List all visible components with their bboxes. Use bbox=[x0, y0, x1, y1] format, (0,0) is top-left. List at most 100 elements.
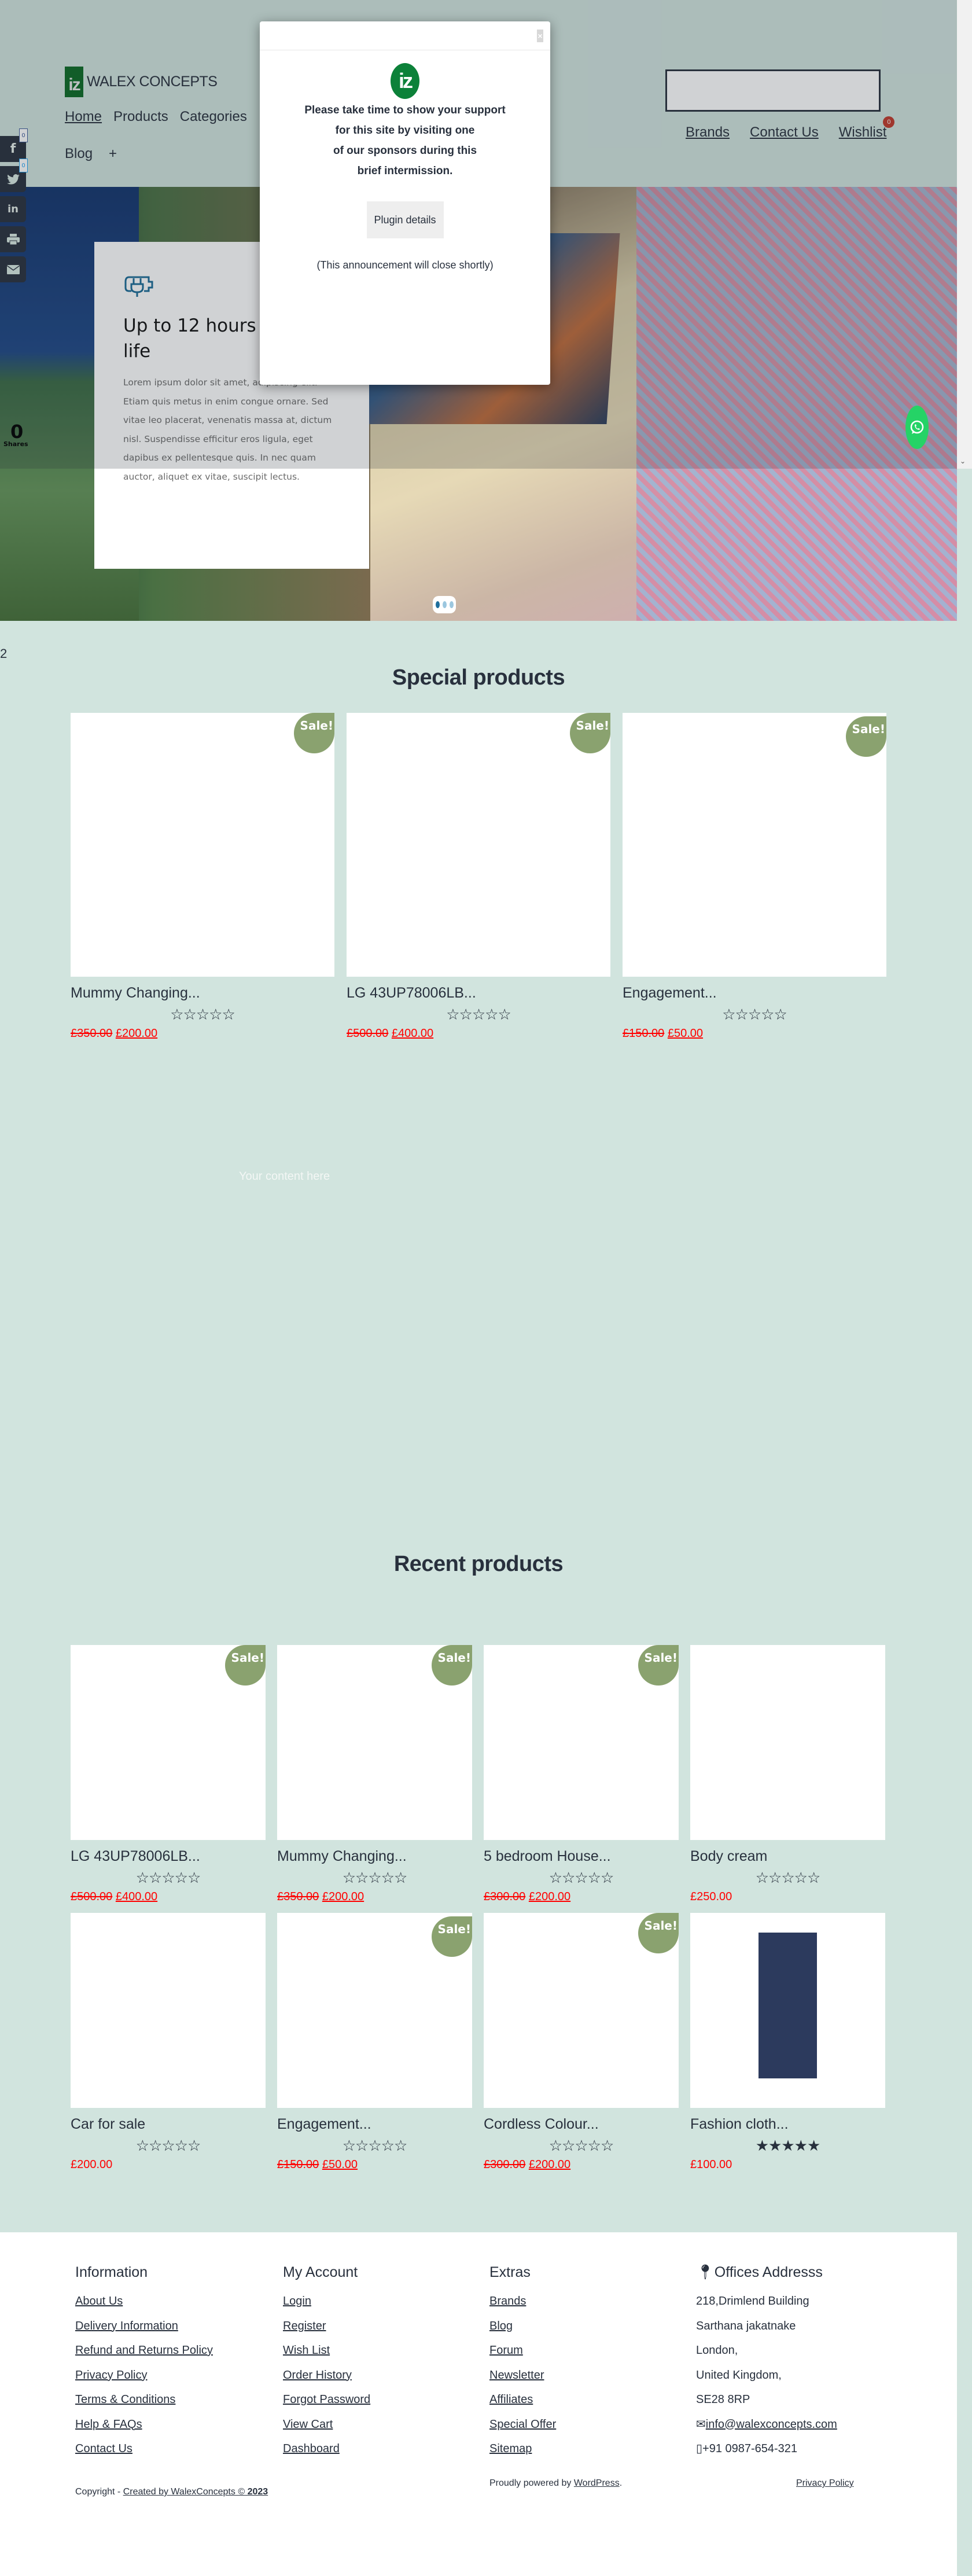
footer-col-title: My Account bbox=[283, 2264, 358, 2280]
product-card[interactable]: Sale! Engagement... ☆☆☆☆☆ £150.00 £50.00 bbox=[277, 1913, 472, 2172]
footer-link[interactable]: Login bbox=[283, 2289, 370, 2314]
product-card[interactable]: Fashion cloth... ★★★★★ £100.00 bbox=[690, 1913, 885, 2172]
product-image[interactable]: Sale! bbox=[484, 1645, 679, 1840]
product-name[interactable]: Car for sale bbox=[71, 2116, 266, 2133]
product-card[interactable]: Sale! LG 43UP78006LB... ☆☆☆☆☆ £500.00 £400.… bbox=[347, 713, 610, 1040]
copyright-link[interactable]: Created by WalexConcepts © 2023 bbox=[123, 2487, 268, 2497]
product-name[interactable]: Engagement... bbox=[277, 2116, 472, 2133]
price: £100.00 bbox=[690, 2158, 732, 2171]
product-image[interactable]: Sale! bbox=[277, 1913, 472, 2108]
footer-links: About Us Delivery Information Refund and R… bbox=[75, 2289, 213, 2461]
footer-link[interactable]: Contact Us bbox=[75, 2437, 213, 2461]
product-image[interactable]: Sale! bbox=[71, 713, 334, 977]
footer-link[interactable]: Register bbox=[283, 2314, 370, 2339]
product-name[interactable]: Engagement... bbox=[623, 985, 886, 1002]
footer-link[interactable]: Order History bbox=[283, 2363, 370, 2388]
product-name[interactable]: Cordless Colour... bbox=[484, 2116, 679, 2133]
footer-link[interactable]: Help & FAQs bbox=[75, 2412, 213, 2437]
product-image[interactable] bbox=[690, 1913, 885, 2108]
whatsapp-icon bbox=[910, 420, 924, 434]
product-image[interactable] bbox=[690, 1645, 885, 1840]
address-line: United Kingdom, bbox=[696, 2368, 782, 2382]
powered-suffix: . bbox=[619, 2478, 623, 2488]
modal-note: (This announcement will close shortly) bbox=[316, 259, 494, 271]
star-rating: ☆☆☆☆☆ bbox=[548, 2137, 614, 2155]
footer-link[interactable]: Delivery Information bbox=[75, 2314, 213, 2339]
product-name[interactable]: Mummy Changing... bbox=[71, 985, 334, 1002]
special-products-grid: Sale! Mummy Changing... ☆☆☆☆☆ £350.00 £200.… bbox=[71, 713, 886, 1040]
product-card[interactable]: Sale! Mummy Changing... ☆☆☆☆☆ £350.00 £200.… bbox=[277, 1645, 472, 1904]
footer-link[interactable]: Privacy Policy bbox=[75, 2363, 213, 2388]
product-card[interactable]: Sale! Engagement... ☆☆☆☆☆ £150.00 £50.00 bbox=[623, 713, 886, 1040]
footer-link[interactable]: Special Offer bbox=[489, 2412, 556, 2437]
footer-link[interactable]: Forum bbox=[489, 2338, 556, 2363]
address-line: 218,Drimlend Building bbox=[696, 2295, 809, 2308]
footer-link[interactable]: View Cart bbox=[283, 2412, 370, 2437]
product-image[interactable]: Sale! bbox=[347, 713, 610, 977]
product-card[interactable]: Sale! Mummy Changing... ☆☆☆☆☆ £350.00 £200.… bbox=[71, 713, 334, 1040]
footer-link[interactable]: Refund and Returns Policy bbox=[75, 2338, 213, 2363]
sale-price: £50.00 bbox=[322, 2158, 358, 2171]
special-products-title: Special products bbox=[392, 665, 565, 690]
product-name[interactable]: LG 43UP78006LB... bbox=[71, 1848, 266, 1865]
copyright-year: 2023 bbox=[247, 2487, 268, 2497]
page-scrollbar[interactable] bbox=[957, 0, 972, 469]
mobile-phone-icon: ▯ bbox=[696, 2442, 703, 2455]
footer-link[interactable]: Terms & Conditions bbox=[75, 2387, 213, 2412]
wordpress-link[interactable]: WordPress bbox=[574, 2478, 620, 2488]
footer-link[interactable]: About Us bbox=[75, 2289, 213, 2314]
product-card[interactable]: Car for sale ☆☆☆☆☆ £200.00 bbox=[71, 1913, 266, 2172]
product-image[interactable]: Sale! bbox=[71, 1645, 266, 1840]
page-counter: 2 bbox=[0, 646, 8, 661]
email-link[interactable]: info@walexconcepts.com bbox=[706, 2418, 837, 2431]
modal-message: Please take time to show your support fo… bbox=[260, 100, 550, 181]
address-phone-row: ▯+91 0987-654-321 bbox=[696, 2437, 837, 2461]
product-price: £350.00 £200.00 bbox=[277, 1890, 472, 1904]
modal-close-button[interactable]: × bbox=[537, 30, 543, 42]
star-rating: ☆☆☆☆☆ bbox=[135, 1870, 201, 1887]
sale-price: £200.00 bbox=[322, 1890, 365, 1903]
product-price: £100.00 bbox=[690, 2158, 885, 2172]
address-line: London, bbox=[696, 2344, 738, 2357]
product-name[interactable]: Fashion cloth... bbox=[690, 2116, 885, 2133]
product-card[interactable]: Body cream ☆☆☆☆☆ £250.00 bbox=[690, 1645, 885, 1904]
product-name[interactable]: Body cream bbox=[690, 1848, 885, 1865]
product-image[interactable]: Sale! bbox=[484, 1913, 679, 2108]
product-name[interactable]: LG 43UP78006LB... bbox=[347, 985, 610, 1002]
footer-link[interactable]: Sitemap bbox=[489, 2437, 556, 2461]
address-title-text: Offices Addresss bbox=[714, 2264, 823, 2280]
recent-products-title: Recent products bbox=[393, 1552, 564, 1576]
product-card[interactable]: Sale! Cordless Colour... ☆☆☆☆☆ £300.00 £200… bbox=[484, 1913, 679, 2172]
plugin-details-button[interactable]: Plugin details bbox=[366, 201, 444, 238]
scroll-down-arrow-icon[interactable]: ⌄ bbox=[960, 457, 966, 465]
footer-link[interactable]: Wish List bbox=[283, 2338, 370, 2363]
star-rating: ★★★★★ bbox=[755, 2137, 821, 2155]
footer-link[interactable]: Affiliates bbox=[489, 2387, 556, 2412]
product-card[interactable]: Sale! LG 43UP78006LB... ☆☆☆☆☆ £500.00 £400.… bbox=[71, 1645, 266, 1904]
footer-link[interactable]: Newsletter bbox=[489, 2363, 556, 2388]
footer-link[interactable]: Blog bbox=[489, 2314, 556, 2339]
slider-dot[interactable] bbox=[449, 601, 454, 608]
footer-copyright: Copyright - Created by WalexConcepts © 2… bbox=[75, 2487, 268, 2497]
product-price: £500.00 £400.00 bbox=[71, 1890, 266, 1904]
slider-dot[interactable] bbox=[435, 601, 440, 608]
footer-link[interactable]: Forgot Password bbox=[283, 2387, 370, 2412]
footer-col-my-account: My Account Login Register Wish List Order H… bbox=[283, 2264, 370, 2461]
modal-logo: iz bbox=[391, 63, 419, 99]
footer-link[interactable]: Dashboard bbox=[283, 2437, 370, 2461]
product-name[interactable]: 5 bedroom House... bbox=[484, 1848, 679, 1865]
product-name[interactable]: Mummy Changing... bbox=[277, 1848, 472, 1865]
sale-badge: Sale! bbox=[225, 1645, 266, 1686]
old-price: £150.00 bbox=[623, 1027, 665, 1040]
product-image[interactable]: Sale! bbox=[623, 713, 886, 977]
product-image[interactable] bbox=[71, 1913, 266, 2108]
slider-dot[interactable] bbox=[442, 601, 447, 608]
whatsapp-chat-button[interactable] bbox=[905, 406, 929, 449]
product-card[interactable]: Sale! 5 bedroom House... ☆☆☆☆☆ £300.00 £200… bbox=[484, 1645, 679, 1904]
product-price: £350.00 £200.00 bbox=[71, 1027, 334, 1040]
old-price: £500.00 bbox=[347, 1027, 389, 1040]
footer-link[interactable]: Brands bbox=[489, 2289, 556, 2314]
footer-privacy-policy-link[interactable]: Privacy Policy bbox=[796, 2478, 854, 2488]
product-image[interactable]: Sale! bbox=[277, 1645, 472, 1840]
address-line: SE28 8RP bbox=[696, 2393, 750, 2406]
